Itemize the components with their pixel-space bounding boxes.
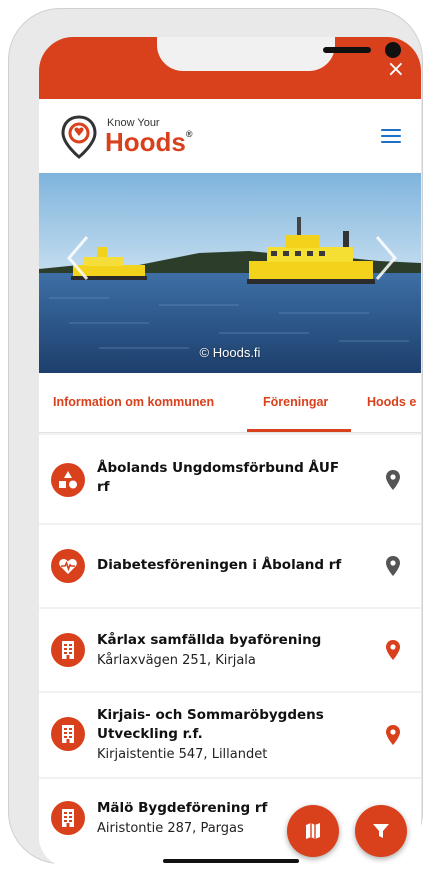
- list-item[interactable]: Diabetesföreningen i Åboland rf: [39, 525, 421, 607]
- menu-line: [381, 141, 401, 143]
- hero-image: © Hoods.fi: [39, 173, 421, 373]
- list-item-title: Kårlax samfällda byaförening: [97, 632, 322, 648]
- carousel-prev-icon[interactable]: [63, 233, 93, 283]
- phone-frame: × Know Your Hoods® © Hoods.fi Informatio…: [8, 8, 423, 867]
- map-icon: [306, 823, 320, 839]
- ferry-photo: [39, 173, 421, 373]
- map-pin-icon[interactable]: [385, 555, 401, 577]
- filter-icon: [373, 824, 389, 838]
- list-item-title: Diabetesföreningen i Åboland rf: [97, 557, 342, 573]
- close-button[interactable]: ×: [387, 59, 405, 81]
- list-item-title: Kirjais- och Sommaröbygdens Utveckling r…: [97, 707, 324, 742]
- tab-foreningar[interactable]: Föreningar: [263, 395, 328, 409]
- image-credit: © Hoods.fi: [199, 345, 261, 360]
- logo-wordmark-text: Hoods: [105, 127, 186, 157]
- list-item-address: Kirjaistentie 547, Lillandet: [97, 747, 268, 762]
- home-indicator: [163, 859, 299, 863]
- heart-pulse-icon: [51, 549, 85, 583]
- shapes-icon: [51, 463, 85, 497]
- top-bar: ×: [39, 37, 421, 99]
- building-icon: [51, 633, 85, 667]
- tab-bar: Information om kommunen Föreningar Hoods…: [39, 373, 421, 433]
- filter-button[interactable]: [355, 805, 407, 857]
- logo-pin-icon: [61, 115, 97, 159]
- menu-line: [381, 135, 401, 137]
- logo-registered-mark: ®: [185, 129, 193, 139]
- hamburger-menu-icon[interactable]: [381, 129, 401, 143]
- speaker: [323, 47, 371, 53]
- logo-wordmark: Hoods®: [105, 127, 193, 158]
- tab-information[interactable]: Information om kommunen: [53, 395, 214, 409]
- map-pin-icon[interactable]: [385, 469, 401, 491]
- active-tab-indicator: [247, 429, 351, 432]
- tab-hoods-events[interactable]: Hoods e: [367, 395, 416, 409]
- notch: [157, 37, 401, 71]
- map-pin-icon[interactable]: [385, 639, 401, 661]
- carousel-next-icon[interactable]: [371, 233, 401, 283]
- list-item-address: Kårlaxvägen 251, Kirjala: [97, 653, 256, 668]
- app-header: Know Your Hoods®: [39, 99, 421, 173]
- building-icon: [51, 717, 85, 751]
- app-screen: × Know Your Hoods® © Hoods.fi Informatio…: [39, 37, 421, 867]
- menu-line: [381, 129, 401, 131]
- map-pin-icon[interactable]: [385, 724, 401, 746]
- camera: [385, 42, 401, 58]
- list-item-title: Åbolands Ungdomsförbund ÅUF rf: [97, 460, 340, 495]
- list-item[interactable]: Kårlax samfällda byaförening Kårlaxvägen…: [39, 609, 421, 691]
- building-icon: [51, 801, 85, 835]
- list-item[interactable]: Kirjais- och Sommaröbygdens Utveckling r…: [39, 693, 421, 777]
- map-view-button[interactable]: [287, 805, 339, 857]
- list-item[interactable]: Åbolands Ungdomsförbund ÅUF rf: [39, 435, 421, 523]
